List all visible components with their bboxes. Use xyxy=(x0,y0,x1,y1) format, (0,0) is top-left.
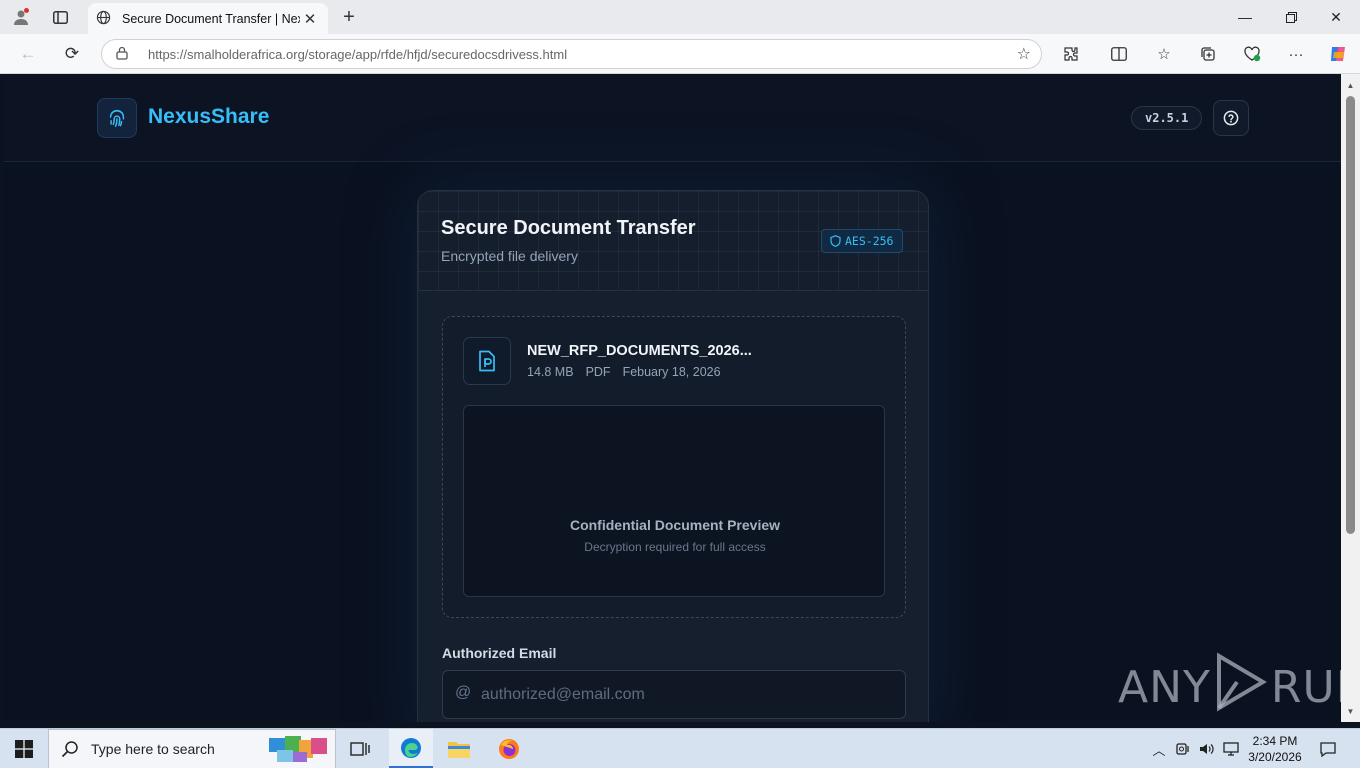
tab-actions-icon[interactable] xyxy=(47,5,73,29)
file-document-icon xyxy=(463,337,511,385)
page-scrollbar[interactable]: ▲ ▼ xyxy=(1341,74,1360,722)
scrollbar-thumb[interactable] xyxy=(1346,96,1355,534)
scroll-up-icon[interactable]: ▲ xyxy=(1341,78,1360,92)
close-window-icon[interactable]: ✕ xyxy=(1313,0,1359,34)
file-meta: 14.8 MB PDF Febuary 18, 2026 xyxy=(527,365,721,379)
new-tab-icon[interactable]: + xyxy=(336,4,362,30)
file-explorer-icon[interactable] xyxy=(437,729,481,768)
copilot-icon[interactable] xyxy=(1325,42,1351,66)
watermark-right: RUN xyxy=(1270,661,1341,713)
card-subtitle: Encrypted file delivery xyxy=(441,248,578,264)
volume-icon[interactable] xyxy=(1196,729,1218,768)
transfer-card: Secure Document Transfer Encrypted file … xyxy=(417,190,929,722)
preview-subtitle: Decryption required for full access xyxy=(584,540,766,554)
help-button[interactable] xyxy=(1213,100,1249,136)
notifications-icon[interactable] xyxy=(1314,729,1342,768)
system-clock[interactable]: 2:34 PM 3/20/2026 xyxy=(1240,733,1310,765)
url-path: /storage/app/rfde/hfjd/securedocsdrivess… xyxy=(304,46,568,62)
file-type: PDF xyxy=(585,365,611,379)
encryption-badge-label: AES-256 xyxy=(845,234,894,248)
tray-chevron-icon[interactable]: ︿ xyxy=(1148,729,1170,768)
restore-icon[interactable] xyxy=(1268,0,1314,34)
card-title: Secure Document Transfer xyxy=(441,217,696,239)
puzzle-highlight-icon xyxy=(269,736,327,762)
edge-browser-icon[interactable] xyxy=(389,729,433,768)
encryption-badge: AES-256 xyxy=(821,229,904,253)
favorite-star-icon[interactable]: ☆ xyxy=(1017,44,1031,64)
email-field-wrapper: @ xyxy=(442,670,906,719)
file-container: NEW_RFP_DOCUMENTS_2026... 14.8 MB PDF Fe… xyxy=(442,316,906,618)
minimize-icon[interactable]: — xyxy=(1222,0,1268,34)
page-viewport: NexusShare v2.5.1 Secure Document Transf… xyxy=(4,74,1341,722)
watermark-left: ANY xyxy=(1118,661,1211,713)
preview-title: Confidential Document Preview xyxy=(569,517,781,533)
refresh-icon[interactable]: ⟳ xyxy=(58,41,86,67)
version-badge: v2.5.1 xyxy=(1131,106,1203,130)
email-label: Authorized Email xyxy=(442,645,557,661)
back-icon[interactable]: ← xyxy=(14,41,42,67)
document-preview[interactable]: Confidential Document Preview Decryption… xyxy=(463,405,885,597)
email-input[interactable] xyxy=(481,671,891,718)
url-host: https://smalholderafrica.org xyxy=(148,46,305,62)
file-size: 14.8 MB xyxy=(527,365,574,379)
split-screen-icon[interactable] xyxy=(1106,42,1132,66)
scroll-down-icon[interactable]: ▼ xyxy=(1341,704,1360,718)
windows-start-icon[interactable] xyxy=(0,729,48,768)
extensions-icon[interactable] xyxy=(1058,42,1084,66)
more-menu-icon[interactable]: ··· xyxy=(1283,42,1309,66)
globe-icon xyxy=(96,10,116,28)
taskbar-search[interactable]: Type here to search xyxy=(48,729,336,768)
tab-title: Secure Document Transfer | NexusShare xyxy=(122,11,300,26)
lock-icon[interactable] xyxy=(116,46,138,63)
card-header: Secure Document Transfer Encrypted file … xyxy=(418,191,928,291)
app-header: NexusShare v2.5.1 xyxy=(4,74,1341,162)
browser-tab-active[interactable]: Secure Document Transfer | NexusShare ✕ xyxy=(88,3,328,34)
address-bar[interactable]: https://smalholderafrica.org/storage/app… xyxy=(101,39,1042,69)
url-text[interactable]: https://smalholderafrica.org/storage/app… xyxy=(148,47,1017,62)
favorites-icon[interactable]: ☆ xyxy=(1151,42,1177,66)
search-icon xyxy=(61,741,78,758)
browser-toolbar: ← ⟳ https://smalholderafrica.org/storage… xyxy=(0,34,1360,74)
browser-tab-bar: Secure Document Transfer | NexusShare ✕ … xyxy=(0,0,1360,34)
windows-taskbar: Type here to search ︿ 2:34 PM 3/20/2026 xyxy=(0,728,1360,768)
help-circle-icon xyxy=(1223,110,1239,126)
profile-icon[interactable] xyxy=(8,5,34,29)
close-tab-icon[interactable]: ✕ xyxy=(300,10,320,28)
task-view-icon[interactable] xyxy=(338,729,382,768)
anyrun-watermark: ANY RUN xyxy=(1118,651,1341,723)
tray-device-icon[interactable] xyxy=(1172,729,1194,768)
brand-name: NexusShare xyxy=(148,105,270,128)
browser-essentials-icon[interactable] xyxy=(1239,42,1265,66)
clock-date: 3/20/2026 xyxy=(1248,750,1302,764)
firefox-icon[interactable] xyxy=(487,729,531,768)
file-date: Febuary 18, 2026 xyxy=(622,365,721,379)
file-name: NEW_RFP_DOCUMENTS_2026... xyxy=(527,343,752,359)
search-placeholder: Type here to search xyxy=(91,741,215,757)
collections-icon[interactable] xyxy=(1195,42,1221,66)
play-triangle-icon xyxy=(1215,651,1267,723)
at-sign-icon: @ xyxy=(455,684,472,701)
shield-icon xyxy=(830,235,841,247)
fingerprint-icon xyxy=(97,98,137,138)
clock-time: 2:34 PM xyxy=(1252,734,1298,748)
network-icon[interactable] xyxy=(1220,729,1242,768)
